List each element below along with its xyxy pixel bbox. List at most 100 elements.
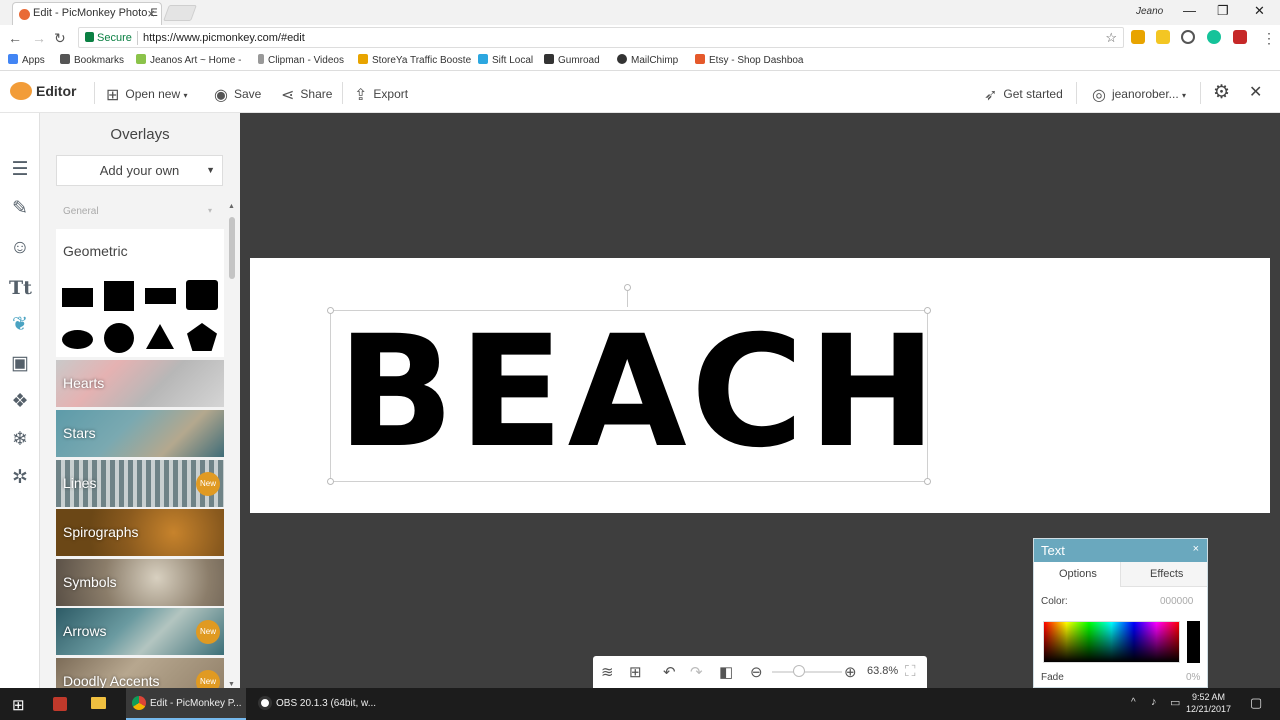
system-clock[interactable]: 9:52 AM 12/21/2017: [1186, 691, 1231, 715]
overlay-rectangle[interactable]: [62, 288, 93, 307]
profile-name[interactable]: Jeano: [1136, 6, 1163, 17]
resize-handle[interactable]: [327, 307, 334, 314]
layers-icon[interactable]: ≋: [601, 663, 614, 681]
panel-scrollbar[interactable]: ▲ ▼: [228, 203, 236, 688]
gear-icon[interactable]: ⚙: [1213, 81, 1230, 104]
text-tool-icon[interactable]: Tt: [9, 277, 32, 299]
geometric-category[interactable]: Geometric: [56, 229, 224, 357]
overlay-circle[interactable]: [104, 323, 134, 353]
overlay-category-item[interactable]: Lines New: [56, 460, 224, 507]
extension-clock-icon[interactable]: [1181, 30, 1195, 44]
bookmark-item[interactable]: Gumroad: [544, 54, 600, 66]
frames-icon[interactable]: ▣: [9, 353, 31, 375]
volume-icon[interactable]: ♪: [1151, 696, 1157, 708]
open-new-button[interactable]: ⊞ Open new ▾: [106, 85, 187, 105]
picmonkey-logo[interactable]: Editor: [10, 82, 76, 100]
reload-icon[interactable]: ↻: [54, 30, 66, 47]
color-hex-input[interactable]: 000000: [1160, 596, 1193, 607]
overlays-butterfly-icon[interactable]: ❦: [9, 314, 31, 336]
browser-tab[interactable]: Edit - PicMonkey Photo E ×: [12, 2, 162, 25]
save-button[interactable]: ◉ Save: [214, 85, 261, 105]
bookmark-item[interactable]: Apps: [8, 54, 45, 66]
effects-wand-icon[interactable]: ✎: [9, 198, 31, 220]
taskbar-app-icon[interactable]: [53, 697, 67, 711]
scroll-down-icon[interactable]: ▼: [228, 681, 235, 688]
bookmark-item[interactable]: Clipman - Videos: [258, 54, 344, 66]
scroll-up-icon[interactable]: ▲: [228, 203, 235, 210]
new-tab-button[interactable]: [163, 5, 197, 21]
crop-grid-icon[interactable]: ⊞: [629, 663, 642, 681]
zoom-out-icon[interactable]: ⊖: [750, 663, 763, 681]
bookmark-star-icon[interactable]: ☆: [1105, 30, 1117, 46]
category-label: Geometric: [63, 243, 128, 259]
overlay-ellipse[interactable]: [62, 330, 93, 349]
taskbar-obs-task[interactable]: OBS 20.1.3 (64bit, w...: [252, 688, 376, 720]
overlay-square[interactable]: [104, 281, 134, 311]
themes-snowflake-icon[interactable]: ❄: [9, 429, 31, 451]
zoom-slider-knob[interactable]: [793, 665, 805, 677]
close-editor-icon[interactable]: ✕: [1249, 82, 1262, 102]
forward-icon[interactable]: →: [32, 30, 46, 46]
redo-icon[interactable]: ↷: [690, 663, 703, 681]
file-explorer-icon[interactable]: [91, 697, 106, 709]
url-text[interactable]: https://www.picmonkey.com/#edit: [143, 32, 305, 44]
omnibox[interactable]: Secure https://www.picmonkey.com/#edit ☆: [78, 27, 1124, 48]
add-your-own-button[interactable]: Add your own ▼: [56, 155, 223, 186]
touch-up-icon[interactable]: ☺: [9, 237, 31, 259]
palette-close-icon[interactable]: ×: [1193, 543, 1199, 555]
overlay-rounded-rectangle[interactable]: [145, 288, 176, 304]
chrome-menu-icon[interactable]: ⋮: [1262, 30, 1276, 47]
bookmark-item[interactable]: Sift Local: [478, 54, 533, 66]
image-canvas[interactable]: BEACH: [250, 258, 1270, 513]
overlay-triangle[interactable]: [146, 324, 174, 349]
extension-shield-icon[interactable]: [1233, 30, 1247, 44]
undo-icon[interactable]: ↶: [663, 663, 676, 681]
fullscreen-icon[interactable]: ⛶: [905, 663, 916, 680]
get-started-button[interactable]: ➶ Get started: [984, 85, 1063, 105]
resize-handle[interactable]: [327, 478, 334, 485]
color-spectrum-picker[interactable]: [1043, 621, 1180, 663]
tab-options[interactable]: Options: [1034, 562, 1121, 587]
canvas-tools-icon[interactable]: ✲: [9, 467, 31, 489]
compare-icon[interactable]: ◧: [719, 663, 733, 681]
tray-chevron-icon[interactable]: ^: [1131, 697, 1136, 708]
maximize-icon[interactable]: ❐: [1217, 3, 1229, 19]
user-menu[interactable]: ◎ jeanorober... ▾: [1092, 85, 1186, 105]
back-icon[interactable]: ←: [8, 30, 22, 46]
overlay-category-item[interactable]: Symbols: [56, 559, 224, 606]
bookmark-item[interactable]: Bookmarks: [60, 54, 124, 66]
palette-header[interactable]: Text ×: [1034, 539, 1207, 562]
overlay-category-item[interactable]: Hearts: [56, 360, 224, 407]
bookmark-item[interactable]: Etsy - Shop Dashboa: [695, 54, 804, 66]
zoom-slider-track[interactable]: [772, 671, 842, 673]
minimize-icon[interactable]: —: [1183, 3, 1196, 18]
extension-folder-icon[interactable]: [1156, 30, 1170, 44]
close-window-icon[interactable]: ✕: [1254, 3, 1265, 19]
overlay-rounded-square[interactable]: [186, 280, 218, 310]
extension-storeya-icon[interactable]: [1131, 30, 1145, 44]
export-button[interactable]: ⇪ Export: [354, 85, 408, 105]
taskbar-chrome-task[interactable]: Edit - PicMonkey P...: [126, 688, 246, 720]
notifications-icon[interactable]: ▢: [1250, 695, 1262, 711]
text-layer-box[interactable]: BEACH: [327, 284, 937, 485]
overlay-pentagon[interactable]: [187, 323, 217, 351]
chevron-down-icon[interactable]: ▾: [208, 206, 212, 215]
overlay-category-item[interactable]: Stars: [56, 410, 224, 457]
overlay-category-item[interactable]: Arrows New: [56, 608, 224, 655]
bookmark-item[interactable]: MailChimp: [617, 54, 678, 66]
bookmark-item[interactable]: Jeanos Art ~ Home -: [136, 54, 241, 66]
bookmark-item[interactable]: StoreYa Traffic Booste: [358, 54, 471, 66]
windows-start-icon[interactable]: ⊞: [12, 696, 25, 714]
overlay-category-item[interactable]: Spirographs: [56, 509, 224, 556]
textures-icon[interactable]: ❖: [9, 391, 31, 413]
zoom-in-icon[interactable]: ⊕: [844, 663, 857, 681]
basic-edits-icon[interactable]: ☰: [9, 159, 31, 181]
tab-effects[interactable]: Effects: [1150, 568, 1183, 580]
rotate-handle[interactable]: [624, 284, 631, 291]
scroll-thumb[interactable]: [229, 217, 235, 279]
share-button[interactable]: ⋖ Share: [281, 85, 332, 105]
tab-close-icon[interactable]: ×: [147, 6, 155, 21]
canvas-text[interactable]: BEACH: [337, 313, 941, 473]
network-icon[interactable]: ▭: [1170, 696, 1180, 709]
extension-grammarly-icon[interactable]: [1207, 30, 1221, 44]
